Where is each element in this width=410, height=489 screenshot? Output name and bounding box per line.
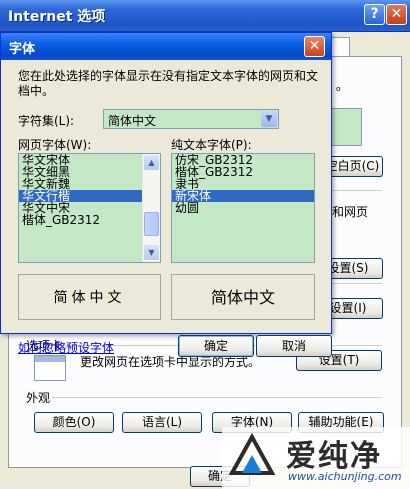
plaintext-font-preview: 简体中文 xyxy=(171,274,315,320)
appearance-group-line xyxy=(24,397,382,398)
cancel-button[interactable]: 取消 xyxy=(256,335,332,357)
separator xyxy=(332,190,382,191)
webpage-font-list[interactable]: 华文宋体 华文细黑 华文新魏 华文行楷 华文中宋 楷体_GB2312 ▲ ▼ xyxy=(18,153,161,263)
fonts-dialog-titlebar: 字体 ✕ xyxy=(1,33,331,60)
blank-page-label: 空白页(C) xyxy=(325,159,380,173)
appearance-group-label: 外观 xyxy=(24,389,53,406)
charset-value: 简体中文 xyxy=(108,114,157,128)
fonts-dialog: 字体 ✕ 您在此处选择的字体显示在没有指定文本字体的网页和文档中。 字符集(L)… xyxy=(0,32,332,357)
languages-button[interactable]: 语言(L) xyxy=(122,412,202,433)
close-button[interactable]: ✕ xyxy=(386,4,407,25)
charset-select[interactable]: 简体中文 ▼ xyxy=(103,109,279,129)
colors-button[interactable]: 颜色(O) xyxy=(34,412,114,433)
fonts-dialog-title: 字体 xyxy=(9,42,36,57)
plaintext-font-items: 仿宋_GB2312 楷体_GB2312 隶书 新宋体 幼圆 xyxy=(172,154,314,214)
scroll-up-icon[interactable]: ▲ xyxy=(144,155,159,170)
homepage-box-edge[interactable] xyxy=(328,108,362,146)
partial-text: ₒ xyxy=(336,80,341,94)
scroll-down-icon[interactable]: ▼ xyxy=(144,245,159,260)
ok-button[interactable]: 确定 xyxy=(178,335,254,357)
blank-page-button[interactable]: 空白页(C) xyxy=(325,156,383,177)
tabs-window-icon xyxy=(34,355,66,381)
scroll-thumb[interactable] xyxy=(144,212,159,236)
watermark-url: www.aichunjing.com xyxy=(288,470,402,483)
webpage-font-label: 网页字体(W): xyxy=(18,138,92,152)
internet-options-titlebar: Internet 选项 ? ✕ xyxy=(0,0,410,32)
list-item[interactable]: 幼圆 xyxy=(172,202,314,214)
chevron-down-icon[interactable]: ▼ xyxy=(261,111,277,127)
dialog-close-button[interactable]: ✕ xyxy=(304,36,325,57)
list-item[interactable]: 楷体_GB2312 xyxy=(19,214,160,226)
fonts-description: 您在此处选择的字体显示在没有指定文本字体的网页和文档中。 xyxy=(18,69,319,98)
webpage-font-scrollbar[interactable]: ▲ ▼ xyxy=(142,154,160,262)
help-button[interactable]: ? xyxy=(364,4,385,25)
partial-text: 和网页 xyxy=(332,205,369,219)
webpage-font-preview: 简体中文 xyxy=(18,274,161,320)
plaintext-font-list[interactable]: 仿宋_GB2312 楷体_GB2312 隶书 新宋体 幼圆 xyxy=(171,153,315,263)
charset-label: 字符集(L): xyxy=(18,114,75,128)
webpage-font-items: 华文宋体 华文细黑 华文新魏 华文行楷 华文中宋 楷体_GB2312 xyxy=(19,154,160,226)
separator xyxy=(332,283,382,284)
brand-logo-icon xyxy=(228,433,276,475)
plaintext-font-label: 纯文本字体(P): xyxy=(171,138,252,152)
watermark: 爱纯净 www.aichunjing.com xyxy=(222,427,410,489)
ignore-fonts-link[interactable]: 如何忽略预设字体 xyxy=(18,339,114,356)
internet-options-title: Internet 选项 xyxy=(8,9,106,25)
watermark-brand: 爱纯净 xyxy=(286,439,382,474)
